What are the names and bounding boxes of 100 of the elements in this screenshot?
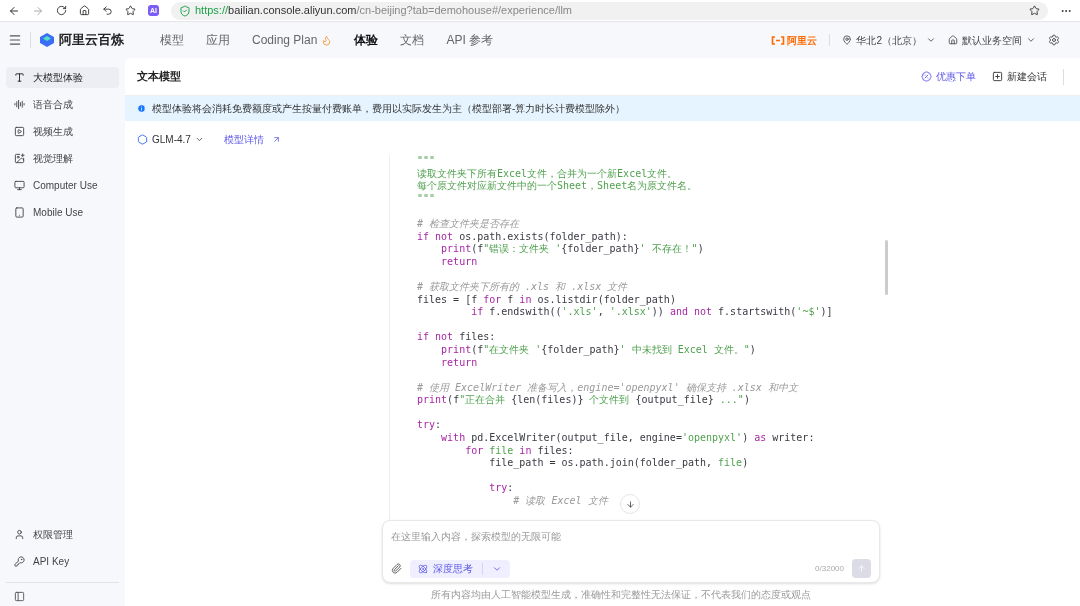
code-text: "正在合并 [459,394,507,407]
code-text: file [489,444,514,458]
undo-icon[interactable] [102,5,113,16]
sidebar-item[interactable]: Computer Use [6,175,119,196]
url-scheme: https:// [195,3,229,19]
cloud-logo: 阿里云 [787,33,818,48]
code-text: , [597,306,605,319]
menu-icon[interactable] [8,33,22,47]
notice-text: 模型体验将会消耗免费额度或产生按量付费账单，费用以实际发生为主（模型部署-算力时长计费模型除外） [152,102,626,116]
code-text: for [483,293,502,307]
model-details-link[interactable]: 模型详情 [223,131,281,147]
sidebar-item[interactable]: 权限管理 [6,524,119,545]
code-text: : [507,482,514,496]
code-text: print [440,343,472,357]
code-text: file [718,457,743,470]
scrollbar-thumb[interactable] [885,240,888,295]
address-bar[interactable]: https://bailian.console.aliyun.com/cn-beijing?tab=demohouse#/experience/llm [171,1,1048,20]
home-icon[interactable] [79,5,90,16]
tablet-icon [14,207,25,218]
image-icon [14,153,25,164]
code-text: (f [471,243,484,256]
code-text: and not [669,306,713,319]
discount-button[interactable]: 优惠下单 [921,69,976,84]
page-title: 文本模型 [137,69,181,85]
code-text: pd.ExcelWriter(output_file, engine= [470,432,682,445]
favorites-icon[interactable] [125,5,136,16]
nav-tab[interactable]: 模型 [160,31,184,49]
model-selector[interactable]: GLM-4.7 [137,131,204,147]
scroll-down-button[interactable] [620,494,640,514]
workspace-selector[interactable]: 默认业务空间 [948,32,1036,48]
sidebar-item[interactable]: Mobile Use [6,202,119,223]
code-text: f.startswith( [717,306,797,319]
sidebar-item[interactable]: API Key [6,551,119,572]
code-text: try [488,482,508,496]
code-text: with [440,432,466,445]
code-text: writer: [771,432,815,445]
chat-input-field[interactable]: 在这里输入内容，探索模型的无限可能 [391,529,871,544]
key-icon [14,556,25,567]
settings-icon[interactable] [1048,34,1060,46]
code-text: in [519,293,532,307]
nav-tab[interactable]: 文档 [400,31,425,49]
arrow-up-icon [857,564,866,573]
nav-tab[interactable]: API 参考 [446,31,494,49]
attach-icon[interactable] [391,563,402,574]
chat-input-box[interactable]: 在这里输入内容，探索模型的无限可能 深度思考 0/32000 [382,520,880,583]
nav-tab[interactable]: 应用 [206,31,230,49]
code-text: print [440,243,472,256]
secure-icon [179,4,191,17]
back-icon[interactable] [8,4,20,17]
code-text: if [470,306,484,319]
waveform-icon [14,99,25,110]
url-path: /cn-beijing?tab=demohouse#/experience/llm [356,3,572,19]
code-text: return [440,255,478,269]
code-text: ..." [718,394,744,407]
code-text: as [754,432,767,445]
code-text: {folder_path} [561,243,640,256]
code-text: 个文件到 [588,394,631,407]
code-text: 读取文件夹下所有Excel文件，合并为一个新Excel文件。 [417,167,678,180]
url-host: bailian.console.aliyun.com [228,3,357,19]
code-comment: # 使用 ExcelWriter 准备写入，engine='openpyxl' 确保支持 .xlsx 和中文 [417,381,798,394]
play-icon [14,126,25,137]
collapse-sidebar-icon[interactable] [14,591,25,602]
new-chat-button[interactable]: 新建会话 [992,69,1047,84]
code-text: if not [417,230,454,244]
code-text: print [417,394,448,407]
sidebar-item[interactable]: 视频生成 [6,121,119,142]
nav-tab[interactable]: Coding Plan [252,31,333,49]
code-text: "错误：文件夹 ' [483,243,562,256]
code-text: ) [743,394,750,407]
code-text: {output_file} [635,394,714,407]
user-icon [14,529,25,540]
deep-thinking-toggle[interactable]: 深度思考 [410,559,510,578]
info-icon [137,104,146,113]
hexagon-icon [137,133,148,145]
code-comment: # 读取 Excel 文件 [512,495,608,508]
arrow-down-icon [625,499,635,509]
code-text: "在文件夹 ' [483,343,542,357]
code-text: ' 不存在！" [639,243,698,256]
code-text: ) [742,457,749,470]
external-link-icon [271,134,281,144]
house-icon [948,35,958,45]
code-text: ) [697,243,704,256]
reload-icon[interactable] [56,5,67,16]
sidebar-item[interactable]: 大模型体验 [6,67,119,88]
nav-tab[interactable]: 体验 [354,31,379,49]
code-text: '.xls' [561,306,598,319]
code-text: return [440,356,478,370]
code-text: ' 中未找到 Excel 文件。" [619,343,750,357]
code-text: files: [536,444,574,458]
brand-name: 阿里云百炼 [59,31,124,50]
chevron-down-icon [926,35,936,45]
code-text: f [506,293,515,307]
flame-icon [321,34,333,46]
sidebar-item[interactable]: 语音合成 [6,94,119,115]
region-selector[interactable]: 华北2（北京） [842,32,936,48]
code-text: '~$' [796,306,821,319]
sidebar-item[interactable]: 视觉理解 [6,148,119,169]
bookmark-icon[interactable] [1029,5,1040,16]
code-text: : [435,419,442,433]
logo-icon [39,32,55,48]
